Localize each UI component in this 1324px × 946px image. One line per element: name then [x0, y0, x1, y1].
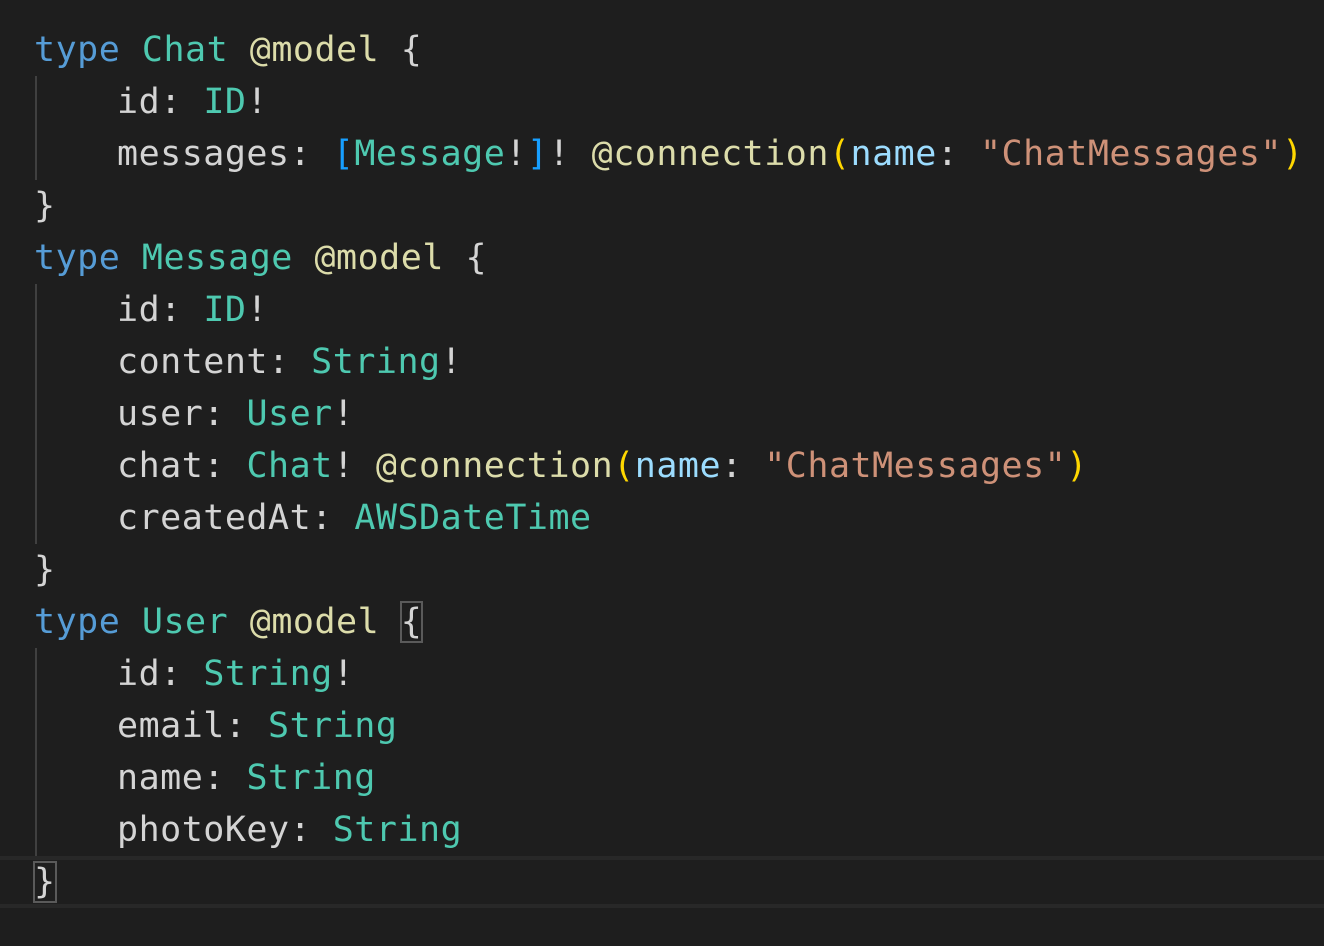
colon: : [224, 706, 247, 746]
colon: : [268, 342, 290, 382]
field-name: id [117, 82, 161, 122]
field-type: User [246, 394, 333, 434]
colon: : [203, 394, 225, 434]
field-name: createdAt [117, 498, 312, 538]
directive: @model [249, 602, 380, 642]
close-brace: } [34, 550, 56, 590]
field-type: ID [203, 82, 247, 122]
code-line: messages: [Message!]! @connection(name: … [0, 128, 1324, 180]
directive: @connection [591, 134, 829, 174]
colon: : [160, 82, 182, 122]
directive: @connection [375, 446, 614, 486]
argument-name: name [850, 134, 937, 174]
keyword: type [34, 30, 121, 70]
indent-guide [35, 76, 37, 128]
indent-guide [35, 128, 37, 180]
field-type: String [268, 706, 398, 746]
field-type: String [332, 810, 463, 850]
type-name: Chat [141, 30, 229, 70]
colon: : [289, 134, 312, 174]
code-line: user: User! [0, 388, 1324, 440]
field-type: AWSDateTime [354, 498, 592, 538]
field-name: email [117, 706, 225, 746]
code-line: chat: Chat! @connection(name: "ChatMessa… [0, 440, 1324, 492]
code-line: id: ID! [0, 76, 1324, 128]
code-line: createdAt: AWSDateTime [0, 492, 1324, 544]
code-line: } [0, 544, 1324, 596]
colon: : [203, 446, 225, 486]
code-line: id: ID! [0, 284, 1324, 336]
close-paren: ) [1281, 134, 1304, 174]
colon: : [936, 134, 959, 174]
field-name: chat [117, 446, 204, 486]
keyword: type [34, 602, 121, 642]
colon: : [160, 290, 182, 330]
type-name: Message [141, 238, 293, 278]
indent-guide [35, 284, 37, 336]
non-null-mark: ! [332, 654, 355, 694]
field-type: String [246, 758, 376, 798]
open-paren: ( [613, 446, 635, 486]
field-type: Chat [246, 446, 333, 486]
field-type: ID [203, 290, 247, 330]
code-line: } [0, 180, 1324, 232]
matched-open-brace: { [399, 601, 424, 643]
colon: : [160, 654, 182, 694]
code-line: id: String! [0, 648, 1324, 700]
field-name: name [117, 758, 204, 798]
keyword: type [34, 238, 121, 278]
field-name: id [117, 290, 161, 330]
colon: : [203, 758, 225, 798]
colon: : [311, 498, 333, 538]
close-brace: } [34, 186, 56, 226]
close-paren: ) [1066, 446, 1088, 486]
field-name: messages [117, 134, 290, 174]
field-name: id [117, 654, 161, 694]
directive: @model [249, 30, 380, 70]
indent-guide [35, 388, 37, 440]
string-value: "ChatMessages" [979, 134, 1282, 174]
code-line: email: String [0, 700, 1324, 752]
field-name: photoKey [117, 810, 290, 850]
colon: : [721, 446, 743, 486]
indent-guide [35, 752, 37, 804]
indent-guide [35, 648, 37, 700]
indent-guide [35, 492, 37, 544]
code-line: type Message @model { [0, 232, 1324, 284]
string-value: "ChatMessages" [764, 446, 1067, 486]
field-type: String [311, 342, 441, 382]
code-editor[interactable]: type Chat @model { id: ID! messages: [Me… [0, 0, 1324, 946]
open-brace: { [400, 30, 423, 70]
matched-close-brace: } [33, 861, 57, 903]
close-bracket: ] [526, 134, 549, 174]
code-line: photoKey: String [0, 804, 1324, 856]
indent-guide [35, 700, 37, 752]
field-type: String [203, 654, 333, 694]
field-type: Message [354, 134, 506, 174]
directive: @model [314, 238, 444, 278]
indent-guide [35, 336, 37, 388]
non-null-mark: ! [505, 134, 527, 174]
code-line: type User @model { [0, 596, 1324, 648]
field-name: content [117, 342, 269, 382]
colon: : [289, 810, 312, 850]
non-null-mark: ! [548, 134, 571, 174]
type-name: User [141, 602, 229, 642]
field-name: user [117, 394, 204, 434]
open-brace: { [465, 238, 488, 278]
open-paren: ( [828, 134, 851, 174]
non-null-mark: ! [246, 82, 269, 122]
non-null-mark: ! [246, 290, 269, 330]
non-null-mark: ! [332, 446, 355, 486]
non-null-mark: ! [440, 342, 463, 382]
indent-guide [35, 804, 37, 856]
code-line: type Chat @model { [0, 24, 1324, 76]
non-null-mark: ! [332, 394, 355, 434]
open-bracket: [ [332, 134, 355, 174]
current-line[interactable]: } [0, 856, 1324, 908]
argument-name: name [634, 446, 722, 486]
code-line: name: String [0, 752, 1324, 804]
code-line: content: String! [0, 336, 1324, 388]
indent-guide [35, 440, 37, 492]
